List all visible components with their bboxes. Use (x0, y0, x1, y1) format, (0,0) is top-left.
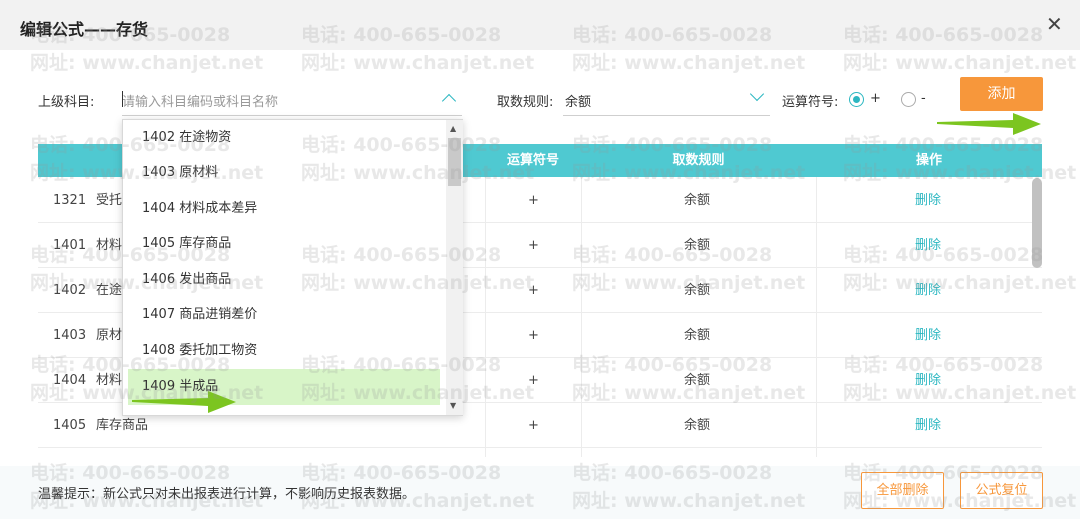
row-code: 1404 (53, 373, 87, 388)
delete-all-button[interactable]: 全部删除 (861, 472, 944, 509)
column-divider (581, 177, 582, 457)
dropdown-item[interactable]: 1402 在途物资 (128, 120, 440, 156)
row-rule: 余额 (684, 328, 711, 343)
delete-link[interactable]: 删除 (915, 358, 941, 403)
parent-subject-input[interactable]: 请输入科目编码或科目名称 (122, 88, 462, 116)
dialog-title: 编辑公式——存货 (20, 20, 149, 39)
operator-minus-label: - (921, 91, 926, 106)
row-operator: + (528, 283, 539, 298)
delete-link[interactable]: 删除 (915, 178, 941, 223)
row-rule: 余额 (684, 238, 711, 253)
row-code: 1403 (53, 328, 87, 343)
edit-formula-dialog: 编辑公式——存货 ✕ 上级科目: 请输入科目编码或科目名称 取数规则: 余额 运… (0, 0, 1080, 519)
row-name: 受托 (96, 193, 123, 208)
row-name: 材料 (96, 373, 123, 388)
table-scrollbar[interactable] (1032, 178, 1042, 268)
watermark-site: 网址: www.chanjet.net (30, 52, 264, 74)
row-rule: 余额 (684, 283, 711, 298)
column-header-operator: 运算符号 (506, 153, 559, 168)
row-operator: + (528, 193, 539, 208)
fetch-rule-select[interactable]: 余额 (563, 86, 770, 116)
operator-plus-radio[interactable] (849, 92, 864, 107)
column-header-action: 操作 (915, 153, 942, 168)
watermark-site: 网址: www.chanjet.net (843, 52, 1077, 74)
delete-link[interactable]: 删除 (915, 313, 941, 358)
row-rule: 余额 (684, 193, 711, 208)
column-divider (816, 177, 817, 457)
row-operator: + (528, 373, 539, 388)
delete-link[interactable]: 删除 (915, 223, 941, 268)
row-code: 1321 (53, 193, 87, 208)
formula-reset-button[interactable]: 公式复位 (960, 472, 1043, 509)
watermark-site: 网址: www.chanjet.net (301, 52, 535, 74)
row-rule: 余额 (684, 373, 711, 388)
row-operator: + (528, 328, 539, 343)
text-cursor (122, 91, 123, 107)
dialog-titlebar: 编辑公式——存货 ✕ (0, 0, 1080, 50)
chevron-up-icon[interactable] (441, 93, 457, 109)
row-code: 1405 (53, 418, 87, 433)
row-code: 1401 (53, 238, 87, 253)
row-operator: + (528, 238, 539, 253)
dropdown-item[interactable]: 1405 库存商品 (128, 226, 440, 262)
operator-label: 运算符号: (782, 95, 839, 110)
scroll-down-icon[interactable]: ▼ (450, 401, 456, 410)
parent-subject-placeholder: 请输入科目编码或科目名称 (122, 95, 279, 110)
row-rule: 余额 (684, 418, 711, 433)
footer-tip: 温馨提示：新公式只对未出报表进行计算，不影响历史报表数据。 (38, 487, 416, 502)
fetch-rule-value: 余额 (565, 95, 592, 110)
dropdown-item[interactable]: 1406 发出商品 (128, 262, 440, 298)
column-header-rule: 取数规则 (672, 153, 725, 168)
row-code: 1402 (53, 283, 87, 298)
row-operator: + (528, 418, 539, 433)
row-name: 材料 (96, 238, 123, 253)
operator-minus-radio[interactable] (901, 92, 916, 107)
delete-link[interactable]: 删除 (915, 403, 941, 448)
dropdown-scrollbar-thumb[interactable] (448, 138, 461, 186)
column-divider (485, 177, 486, 457)
scroll-up-icon[interactable]: ▲ (450, 124, 456, 133)
dropdown-item[interactable]: 1408 委托加工物资 (128, 333, 440, 369)
close-icon[interactable]: ✕ (1046, 14, 1063, 34)
row-name: 在途 (96, 283, 123, 298)
watermark-site: 网址: www.chanjet.net (572, 52, 806, 74)
row-name: 原材 (96, 328, 123, 343)
dropdown-item[interactable]: 1407 商品进销差价 (128, 297, 440, 333)
delete-link[interactable]: 删除 (915, 268, 941, 313)
fetch-rule-label: 取数规则: (497, 95, 554, 110)
chevron-down-icon[interactable] (749, 86, 765, 102)
dropdown-item[interactable]: 1404 材料成本差异 (128, 191, 440, 227)
subject-dropdown-list: 1402 在途物资 1403 原材料 1404 材料成本差异 1405 库存商品… (122, 119, 463, 416)
dropdown-item[interactable]: 1403 原材料 (128, 155, 440, 191)
operator-plus-label: + (870, 91, 881, 106)
add-button[interactable]: 添加 (960, 77, 1043, 111)
arrow-annotation-icon (937, 113, 1041, 135)
parent-subject-label: 上级科目: (38, 95, 95, 110)
arrow-annotation-icon (132, 391, 236, 413)
